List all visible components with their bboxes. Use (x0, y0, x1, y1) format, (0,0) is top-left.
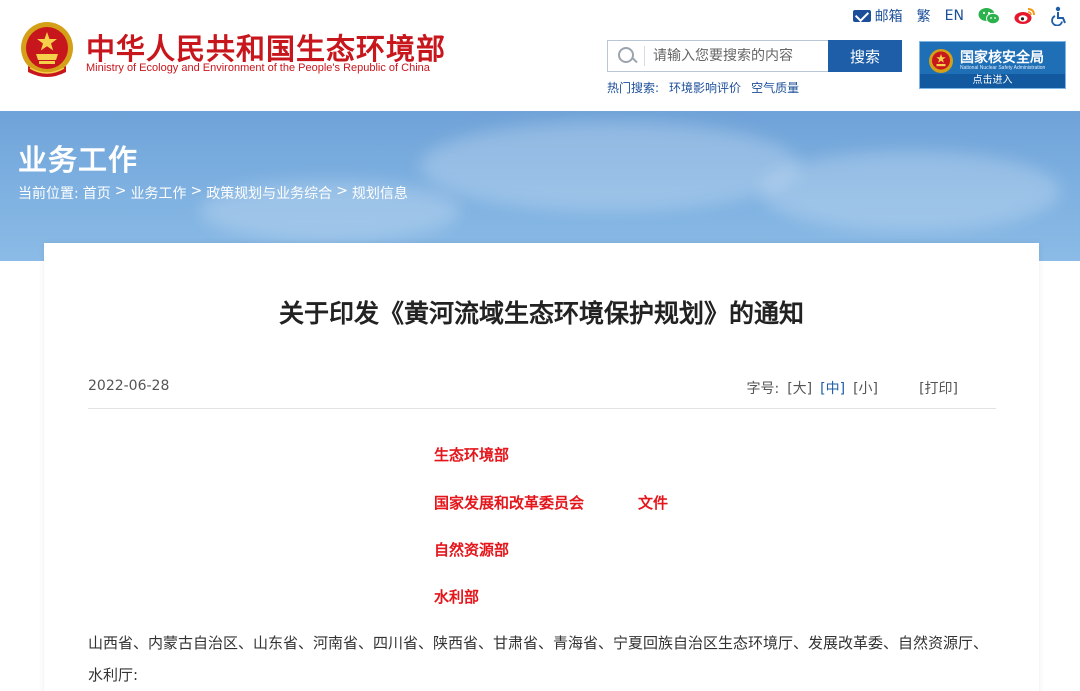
breadcrumb-separator: > (190, 183, 203, 199)
weibo-link[interactable] (1014, 7, 1036, 25)
breadcrumb-home[interactable]: 首页 (83, 183, 111, 203)
nnsa-enter-label: 点击进入 (920, 74, 1065, 88)
issuer-line: 水利部 (434, 588, 480, 606)
font-size-medium-button[interactable]: [中] (820, 378, 845, 398)
wechat-link[interactable] (978, 7, 1000, 25)
english-link[interactable]: EN (945, 8, 964, 24)
hot-search-item[interactable]: 空气质量 (751, 79, 799, 96)
national-emblem-icon[interactable] (18, 20, 76, 80)
article-meta: 2022-06-28 字号: [大] [中] [小] [打印] (88, 378, 996, 408)
publish-date: 2022-06-28 (88, 378, 170, 394)
nnsa-emblem-icon (929, 49, 953, 73)
search-input[interactable] (653, 48, 823, 64)
banner-cloud (760, 151, 1060, 231)
breadcrumb-planning[interactable]: 规划信息 (352, 183, 408, 203)
hot-search: 热门搜索: 环境影响评价 空气质量 (607, 79, 799, 96)
article-title: 关于印发《黄河流域生态环境保护规划》的通知 (278, 299, 804, 328)
section-banner: 业务工作 当前位置: 首页 > 业务工作 > 政策规划与业务综合 > 规划信息 (0, 111, 1080, 261)
section-title: 业务工作 (18, 143, 139, 177)
search-box (607, 40, 829, 72)
nnsa-title: 国家核安全局 (960, 50, 1044, 66)
article-card: 关于印发《黄河流域生态环境保护规划》的通知 2022-06-28 字号: [大]… (44, 243, 1039, 691)
breadcrumb-prefix: 当前位置: (18, 186, 79, 202)
font-size-large-button[interactable]: [大] (787, 378, 812, 398)
nnsa-subtitle: National Nuclear Safety Administration (960, 65, 1046, 71)
breadcrumb-policy[interactable]: 政策规划与业务综合 (206, 183, 332, 203)
top-links: 邮箱 繁 EN (852, 6, 1068, 26)
hot-search-item[interactable]: 环境影响评价 (669, 79, 741, 96)
issuer-line: 国家发展和改革委员会 (434, 494, 585, 512)
page: 中华人民共和国生态环境部 Ministry of Ecology and Env… (0, 0, 1080, 691)
mail-label: 邮箱 (874, 9, 903, 25)
search-icon (616, 45, 638, 67)
meta-divider (88, 408, 996, 409)
search-button[interactable]: 搜索 (828, 40, 902, 72)
print-button[interactable]: [打印] (919, 378, 958, 398)
hot-search-label: 热门搜索: (607, 81, 660, 95)
issuer-doc-label: 文件 (638, 494, 669, 512)
issuer-line: 生态环境部 (434, 446, 510, 464)
font-size-control: 字号: [大] [中] [小] (746, 378, 878, 398)
search-divider (644, 46, 645, 66)
mail-icon (852, 10, 871, 22)
banner-cloud (420, 121, 800, 211)
font-size-label: 字号: (746, 381, 780, 397)
nnsa-banner-link[interactable]: 国家核安全局 National Nuclear Safety Administr… (919, 41, 1066, 89)
site-header: 中华人民共和国生态环境部 Ministry of Ecology and Env… (0, 0, 1080, 111)
breadcrumb-separator: > (114, 183, 127, 199)
site-title-english[interactable]: Ministry of Ecology and Environment of t… (86, 62, 430, 74)
traditional-chinese-label: 繁 (916, 9, 931, 25)
font-size-small-button[interactable]: [小] (853, 378, 878, 398)
breadcrumb: 当前位置: 首页 > 业务工作 > 政策规划与业务综合 > 规划信息 (18, 183, 408, 203)
weibo-icon (1014, 8, 1035, 24)
english-label: EN (944, 8, 964, 24)
traditional-chinese-link[interactable]: 繁 (917, 6, 931, 26)
breadcrumb-separator: > (336, 183, 348, 199)
wechat-icon (978, 8, 1000, 25)
breadcrumb-business[interactable]: 业务工作 (130, 183, 186, 203)
issuer-line: 自然资源部 (434, 541, 510, 559)
mail-link[interactable]: 邮箱 (852, 6, 903, 26)
accessibility-icon (1051, 6, 1066, 26)
accessibility-link[interactable] (1050, 6, 1068, 26)
article-body-paragraph: 山西省、内蒙古自治区、山东省、河南省、四川省、陕西省、甘肃省、青海省、宁夏回族自… (88, 634, 989, 684)
